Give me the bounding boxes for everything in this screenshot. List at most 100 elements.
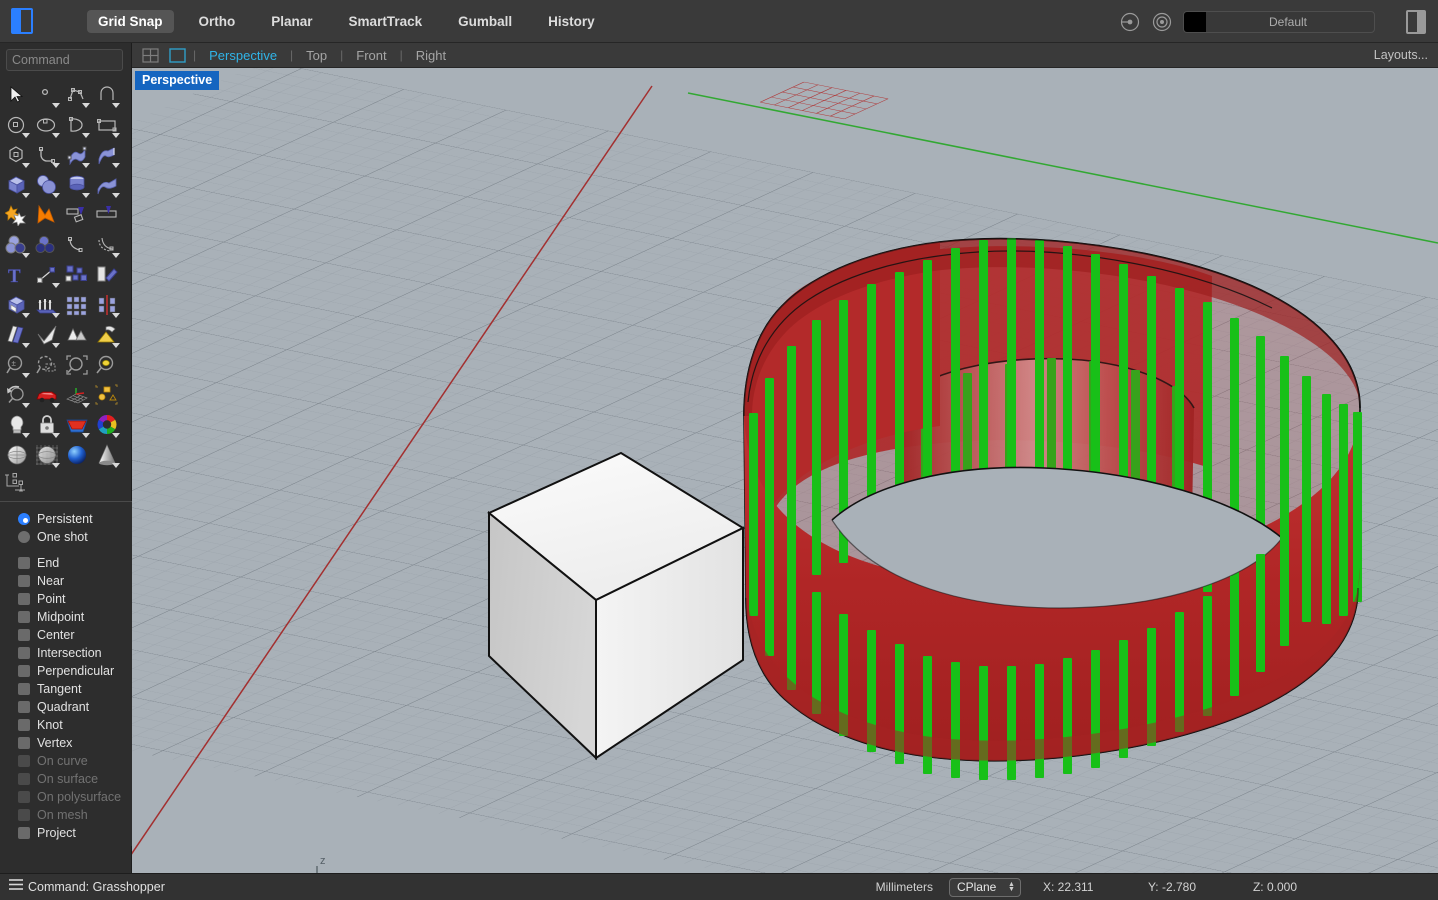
boolean-split-icon[interactable] [32,200,62,230]
checkbox-icon[interactable] [18,827,30,839]
osnap-on-mesh[interactable]: On mesh [0,806,132,824]
mode-gumball[interactable]: Gumball [447,10,523,33]
checkbox-icon[interactable] [18,791,30,803]
osnap-perpendicular[interactable]: Perpendicular [0,662,132,680]
arc-icon[interactable] [92,80,122,110]
render-mesh-icon[interactable] [92,320,122,350]
tab-top[interactable]: Top [300,48,333,63]
osnap-on-curve[interactable]: On curve [0,752,132,770]
checkbox-icon[interactable] [18,719,30,731]
osnap-tangent[interactable]: Tangent [0,680,132,698]
four-view-icon[interactable] [142,47,159,63]
osnap-on-polysurface[interactable]: On polysurface [0,788,132,806]
lock-icon[interactable] [32,410,62,440]
osnap-project[interactable]: Project [0,824,132,842]
check-icon[interactable] [32,320,62,350]
zoom-selected-icon[interactable] [92,350,122,380]
surface-sweep-icon[interactable] [92,140,122,170]
osnap-midpoint[interactable]: Midpoint [0,608,132,626]
layer-icon[interactable] [2,320,32,350]
sphere-boolean-icon[interactable] [32,170,62,200]
checkbox-icon[interactable] [18,755,30,767]
boolean-difference-icon[interactable] [32,230,62,260]
fillet-curve-icon[interactable] [32,140,62,170]
point-icon[interactable] [32,80,62,110]
command-input[interactable] [6,49,123,71]
single-view-icon[interactable] [169,47,186,63]
left-panel-toggle-icon[interactable] [11,8,33,34]
hamburger-icon[interactable] [8,878,24,896]
curve-icon[interactable] [62,110,92,140]
display-gradient-icon[interactable] [92,440,122,470]
box-icon[interactable] [2,170,32,200]
mode-ortho[interactable]: Ortho [188,10,247,33]
circle-icon[interactable] [2,110,32,140]
offset-curve-icon[interactable] [62,230,92,260]
checkbox-icon[interactable] [18,809,30,821]
surface-edge-icon[interactable] [62,140,92,170]
osnap-center[interactable]: Center [0,626,132,644]
named-view-icon[interactable] [32,380,62,410]
checkbox-icon[interactable] [18,575,30,587]
perspective-viewport[interactable]: Perspective z [132,68,1438,873]
polygon-icon[interactable] [2,140,32,170]
block-icon[interactable] [92,380,122,410]
mode-grid-snap[interactable]: Grid Snap [87,9,174,33]
viewport-canvas[interactable]: z y x [132,68,1438,873]
boolean-union-icon[interactable] [2,230,32,260]
mesh-icon[interactable] [62,320,92,350]
mode-history[interactable]: History [537,10,606,33]
osnap-near[interactable]: Near [0,572,132,590]
array-icon[interactable] [62,260,92,290]
ellipse-icon[interactable] [32,110,62,140]
osnap-knot[interactable]: Knot [0,716,132,734]
tab-front[interactable]: Front [350,48,392,63]
zoom-in-icon[interactable]: ± [2,350,32,380]
radio-icon[interactable] [18,513,30,525]
color-wheel-icon[interactable] [92,410,122,440]
checkbox-icon[interactable] [18,665,30,677]
osnap-mode-one-shot[interactable]: One shot [0,528,132,546]
trim-icon[interactable] [62,200,92,230]
cplane-select[interactable]: CPlane ▲ ▼ [948,877,1021,897]
display-ghosted-icon[interactable] [32,440,62,470]
text-icon[interactable]: T [2,260,32,290]
dimension-linear-icon[interactable] [2,470,32,500]
set-layer-icon[interactable] [1119,11,1141,33]
mode-smarttrack[interactable]: SmartTrack [338,10,434,33]
osnap-on-surface[interactable]: On surface [0,770,132,788]
layer-color-swatch[interactable] [1184,11,1206,32]
checkbox-icon[interactable] [18,773,30,785]
layer-target-icon[interactable] [1151,11,1173,33]
checkbox-icon[interactable] [18,647,30,659]
explode-icon[interactable] [2,200,32,230]
osnap-point[interactable]: Point [0,590,132,608]
right-panel-toggle-icon[interactable] [1406,9,1426,34]
osnap-mode-persistent[interactable]: Persistent [0,510,132,528]
paint-icon[interactable] [92,260,122,290]
checkbox-icon[interactable] [18,593,30,605]
osnap-vertex[interactable]: Vertex [0,734,132,752]
offset-surface-icon[interactable] [92,230,122,260]
radio-icon[interactable] [18,531,30,543]
checkbox-icon[interactable] [18,557,30,569]
checkbox-icon[interactable] [18,629,30,641]
rotate-view-icon[interactable] [2,380,32,410]
display-shaded-icon[interactable] [2,440,32,470]
mode-planar[interactable]: Planar [260,10,323,33]
checkbox-icon[interactable] [18,701,30,713]
surface-plane-icon[interactable] [92,170,122,200]
osnap-end[interactable]: End [0,554,132,572]
extend-icon[interactable] [92,200,122,230]
zoom-window-icon[interactable] [32,350,62,380]
tab-right[interactable]: Right [410,48,452,63]
layouts-button[interactable]: Layouts... [1374,48,1428,62]
light-icon[interactable] [2,410,32,440]
select-arrow-icon[interactable] [2,80,32,110]
checkbox-icon[interactable] [18,737,30,749]
mirror-icon[interactable] [92,290,122,320]
osnap-intersection[interactable]: Intersection [0,644,132,662]
material-icon[interactable] [62,410,92,440]
dimension-icon[interactable] [32,260,62,290]
display-rendered-icon[interactable] [62,440,92,470]
